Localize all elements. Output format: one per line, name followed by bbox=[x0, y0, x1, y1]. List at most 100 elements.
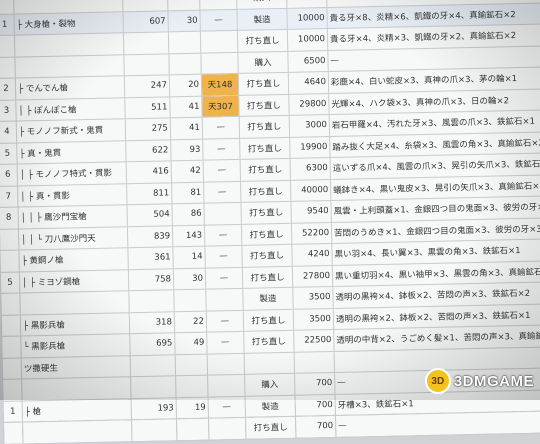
weapon-name[interactable]: │ ├ モノノフ特式・貫影 bbox=[17, 161, 127, 186]
skill-cell[interactable] bbox=[203, 202, 242, 225]
action-cell[interactable]: 購入 bbox=[237, 50, 289, 74]
cost-value[interactable]: 40000 bbox=[290, 178, 331, 202]
row-index[interactable]: 8 bbox=[0, 207, 19, 229]
row-index[interactable] bbox=[2, 379, 23, 401]
attack-value[interactable] bbox=[131, 418, 177, 442]
cost-value[interactable]: 3500 bbox=[292, 286, 334, 309]
skill-cell[interactable]: — bbox=[202, 116, 240, 139]
weapon-name[interactable]: ├ でんでん槍 bbox=[15, 75, 125, 100]
row-index[interactable] bbox=[2, 357, 22, 380]
cost-value[interactable]: 700 bbox=[295, 415, 336, 438]
row-index[interactable] bbox=[0, 293, 21, 315]
level-value[interactable]: 143 bbox=[172, 224, 205, 247]
cost-value[interactable]: 700 bbox=[294, 372, 335, 395]
attack-value[interactable]: 811 bbox=[126, 182, 172, 205]
weapon-name[interactable]: ツ撒硬生 bbox=[21, 355, 131, 380]
level-value[interactable]: 42 bbox=[171, 160, 204, 183]
attack-value[interactable]: 416 bbox=[126, 160, 172, 184]
weapon-name[interactable] bbox=[19, 290, 130, 315]
row-index[interactable]: 6 bbox=[0, 164, 18, 186]
level-value[interactable] bbox=[175, 375, 209, 398]
weapon-name[interactable]: ├ 黒影兵槍 bbox=[20, 312, 130, 337]
skill-cell[interactable]: — bbox=[206, 309, 244, 333]
cost-value[interactable]: 4640 bbox=[288, 71, 329, 94]
cost-value[interactable]: 10000 bbox=[287, 28, 328, 51]
row-index[interactable]: 5 bbox=[0, 271, 20, 294]
skill-cell[interactable]: — bbox=[204, 223, 242, 247]
action-cell[interactable]: 製造 bbox=[245, 394, 296, 418]
attack-value[interactable]: 622 bbox=[125, 139, 172, 162]
level-value[interactable]: 93 bbox=[170, 138, 204, 161]
cost-value[interactable]: 6500 bbox=[287, 50, 329, 73]
level-value[interactable]: 30 bbox=[173, 267, 206, 290]
action-cell[interactable]: 打ち直し bbox=[237, 29, 288, 52]
row-index[interactable]: 3 bbox=[0, 99, 17, 122]
skill-cell[interactable]: — bbox=[202, 137, 241, 161]
attack-value[interactable]: 361 bbox=[127, 246, 174, 270]
skill-cell[interactable]: — bbox=[204, 245, 243, 268]
row-index[interactable]: 2 bbox=[0, 78, 16, 100]
action-cell[interactable]: 購入 bbox=[244, 373, 296, 396]
action-cell[interactable]: 打ち直し bbox=[243, 308, 294, 332]
materials-cell[interactable]: — bbox=[335, 410, 540, 437]
action-cell[interactable]: 打ち直し bbox=[238, 72, 289, 95]
skill-cell[interactable]: 天307 bbox=[201, 94, 240, 118]
skill-cell[interactable]: — bbox=[199, 8, 238, 32]
weapon-name[interactable] bbox=[14, 54, 125, 79]
cost-value[interactable]: 52200 bbox=[291, 221, 332, 245]
cost-value[interactable]: 22500 bbox=[293, 329, 335, 352]
attack-value[interactable]: 839 bbox=[127, 225, 173, 248]
cost-value[interactable]: 700 bbox=[295, 393, 336, 417]
cost-value[interactable]: 27800 bbox=[292, 264, 333, 288]
action-cell[interactable]: 打ち直し bbox=[239, 136, 291, 160]
weapon-name[interactable]: ├ 槍 bbox=[22, 398, 132, 422]
level-value[interactable] bbox=[176, 418, 209, 441]
action-cell[interactable]: 打ち直し bbox=[243, 330, 295, 353]
weapon-name[interactable] bbox=[22, 419, 132, 444]
level-value[interactable]: 14 bbox=[172, 246, 206, 269]
attack-value[interactable]: 607 bbox=[122, 10, 169, 33]
skill-cell[interactable] bbox=[205, 288, 244, 311]
action-cell[interactable]: 打ち直し bbox=[240, 158, 291, 181]
weapon-name[interactable] bbox=[14, 32, 124, 57]
row-index[interactable] bbox=[1, 336, 22, 358]
level-value[interactable]: 20 bbox=[169, 74, 202, 97]
row-index[interactable]: 1 bbox=[3, 400, 23, 423]
cost-value[interactable]: 19900 bbox=[289, 136, 331, 159]
attack-value[interactable] bbox=[123, 31, 169, 55]
action-cell[interactable]: 打ち直し bbox=[239, 115, 290, 138]
weapon-name[interactable]: │ ├ 真・貫影 bbox=[17, 183, 127, 208]
weapon-name[interactable]: │ ├ ぽんぽこ槍 bbox=[15, 97, 126, 122]
action-cell[interactable]: 打ち直し bbox=[242, 265, 293, 289]
weapon-name[interactable]: ├ モノノフ新式・鬼貫 bbox=[16, 118, 126, 143]
action-cell[interactable]: 打ち直し bbox=[240, 201, 292, 224]
row-index[interactable] bbox=[0, 228, 19, 251]
cost-value[interactable]: 3000 bbox=[289, 114, 330, 137]
attack-value[interactable] bbox=[130, 354, 176, 377]
attack-value[interactable]: 695 bbox=[129, 332, 176, 356]
skill-cell[interactable] bbox=[207, 352, 245, 376]
cost-value[interactable]: 3500 bbox=[293, 307, 334, 331]
cost-value[interactable]: 10000 bbox=[286, 7, 328, 30]
cost-value[interactable]: 4240 bbox=[291, 243, 333, 266]
action-cell[interactable]: 打ち直し bbox=[238, 93, 290, 117]
row-index[interactable] bbox=[1, 314, 21, 337]
skill-cell[interactable] bbox=[200, 30, 238, 53]
skill-cell[interactable] bbox=[200, 51, 239, 75]
skill-cell[interactable]: — bbox=[208, 395, 246, 419]
attack-value[interactable]: 758 bbox=[128, 268, 174, 291]
attack-value[interactable]: 193 bbox=[131, 397, 177, 420]
cost-value[interactable]: 29800 bbox=[288, 93, 330, 116]
weapon-name[interactable]: ├ 黄鋼ノ槍 bbox=[18, 247, 129, 272]
weapon-name[interactable] bbox=[21, 376, 132, 401]
row-index[interactable]: 5 bbox=[0, 142, 18, 165]
level-value[interactable] bbox=[168, 31, 201, 54]
row-index[interactable]: 7 bbox=[0, 185, 19, 208]
row-index[interactable] bbox=[0, 250, 20, 272]
attack-value[interactable] bbox=[123, 53, 170, 76]
row-index[interactable]: 1 bbox=[0, 13, 15, 36]
skill-cell[interactable]: — bbox=[205, 266, 243, 290]
skill-cell[interactable]: 天148 bbox=[201, 73, 239, 96]
level-value[interactable]: 22 bbox=[174, 310, 207, 333]
level-value[interactable]: 41 bbox=[170, 117, 203, 140]
